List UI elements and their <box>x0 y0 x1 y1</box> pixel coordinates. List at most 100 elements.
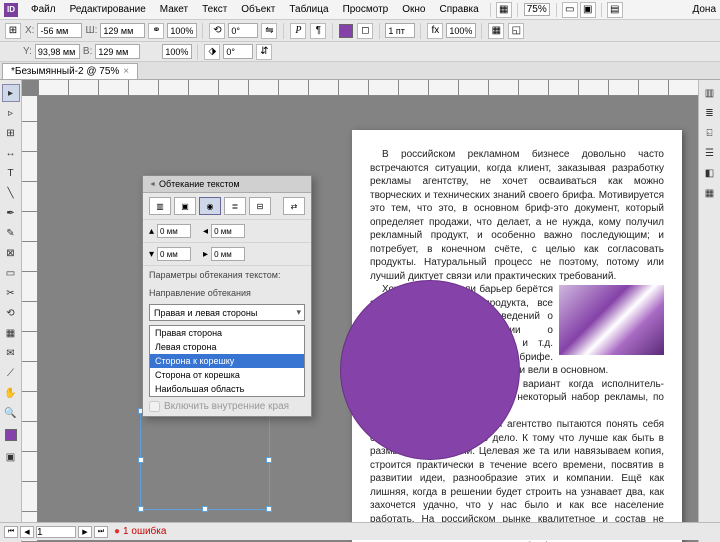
flip-v-icon[interactable]: ⇵ <box>256 44 272 60</box>
wrap-direction-dropdown[interactable]: Правая сторона Левая сторона Сторона к к… <box>149 325 305 397</box>
prev-page-button[interactable]: ◀ <box>20 526 34 538</box>
dropdown-option[interactable]: Левая сторона <box>150 340 304 354</box>
opacity-field[interactable]: 100% <box>446 23 476 38</box>
fill-stroke-proxy[interactable] <box>2 424 20 446</box>
handle-icon[interactable] <box>202 506 208 512</box>
text-wrap-panel[interactable]: Обтекание текстом ▥ ▣ ◉ ≣ ⊟ ⇄ ▴ 0 мм ◂ 0… <box>142 175 312 417</box>
hand-tool[interactable]: ✋ <box>2 384 20 402</box>
checkbox-input[interactable] <box>149 401 160 412</box>
zoom-select[interactable]: 75% <box>524 3 550 16</box>
arrange-icon[interactable]: ▤ <box>607 2 623 18</box>
swatches-panel-icon[interactable]: ▦ <box>701 184 719 202</box>
offset-left-field[interactable]: 0 мм <box>211 224 245 238</box>
wrap-column-button[interactable]: ⊟ <box>249 197 271 215</box>
canvas-area[interactable]: В российском рекламном бизнесе довольно … <box>22 80 698 542</box>
handle-icon[interactable] <box>266 457 272 463</box>
first-page-button[interactable]: ⏮ <box>4 526 18 538</box>
preflight-status[interactable]: 1 ошибка <box>114 526 166 537</box>
last-page-button[interactable]: ⏭ <box>94 526 108 538</box>
h-field[interactable]: 129 мм <box>95 44 140 59</box>
dropdown-option[interactable]: Правая сторона <box>150 326 304 340</box>
menu-window[interactable]: Окно <box>395 4 432 15</box>
page-tool[interactable]: ⊞ <box>2 124 20 142</box>
pen-tool[interactable]: ✒ <box>2 204 20 222</box>
menu-table[interactable]: Таблица <box>282 4 335 15</box>
document-tab[interactable]: *Безымянный-2 @ 75% × <box>2 63 138 79</box>
inside-edges-checkbox[interactable]: Включить внутренние края <box>149 401 305 412</box>
next-page-button[interactable]: ▶ <box>78 526 92 538</box>
menu-layout[interactable]: Макет <box>153 4 195 15</box>
shear-field[interactable]: 0° <box>223 44 253 59</box>
wrap-icon[interactable]: ▦ <box>488 23 504 39</box>
page-field[interactable]: 1 <box>36 526 76 538</box>
offset-right-field[interactable]: 0 мм <box>211 247 245 261</box>
stroke-swatch[interactable]: ◻ <box>357 23 373 39</box>
fx-icon[interactable]: fx <box>427 23 443 39</box>
line-tool[interactable]: ╲ <box>2 184 20 202</box>
selection-frame[interactable] <box>140 410 270 510</box>
wrap-bbox-button[interactable]: ▣ <box>174 197 196 215</box>
links-panel-icon[interactable]: ⍇ <box>701 124 719 142</box>
selection-tool[interactable]: ▸ <box>2 84 20 102</box>
handle-icon[interactable] <box>138 457 144 463</box>
y-field[interactable]: 93,98 мм <box>35 44 80 59</box>
wrap-shape-button[interactable]: ◉ <box>199 197 221 215</box>
menu-view[interactable]: Просмотр <box>336 4 396 15</box>
rect-frame-tool[interactable]: ⊠ <box>2 244 20 262</box>
stroke-panel-icon[interactable]: ☰ <box>701 144 719 162</box>
wrap-direction-select[interactable]: Правая и левая стороны <box>149 304 305 321</box>
scale-y-field[interactable]: 100% <box>162 44 192 59</box>
eyedropper-tool[interactable]: ⟋ <box>2 364 20 382</box>
pages-panel-icon[interactable]: ▥ <box>701 84 719 102</box>
ruler-horizontal[interactable] <box>38 80 698 96</box>
menu-help[interactable]: Справка <box>432 4 485 15</box>
link-wh-icon[interactable]: ⚭ <box>148 23 164 39</box>
ref-point-icon[interactable]: ⊞ <box>5 23 21 39</box>
dropdown-option[interactable]: Сторона от корешка <box>150 368 304 382</box>
scissors-tool[interactable]: ✂ <box>2 284 20 302</box>
ruler-vertical[interactable] <box>22 96 38 542</box>
layers-panel-icon[interactable]: ≣ <box>701 104 719 122</box>
note-tool[interactable]: ✉ <box>2 344 20 362</box>
offset-bottom-field[interactable]: 0 мм <box>157 247 191 261</box>
menu-file[interactable]: Файл <box>24 4 63 15</box>
shear-icon[interactable]: ⬗ <box>204 44 220 60</box>
pencil-tool[interactable]: ✎ <box>2 224 20 242</box>
flip-h-icon[interactable]: ⇋ <box>261 23 277 39</box>
color-panel-icon[interactable]: ◧ <box>701 164 719 182</box>
stroke-weight[interactable]: 1 пт <box>385 23 415 38</box>
gradient-tool[interactable]: ▦ <box>2 324 20 342</box>
dropdown-option[interactable]: Наибольшая область <box>150 382 304 396</box>
invert-button[interactable]: ⇄ <box>283 197 305 215</box>
w-field[interactable]: 129 мм <box>100 23 145 38</box>
dropdown-option[interactable]: Сторона к корешку <box>150 354 304 368</box>
type-tool[interactable]: T <box>2 164 20 182</box>
menu-edit[interactable]: Редактирование <box>63 4 153 15</box>
view-mode-icon[interactable]: ▭ <box>562 2 578 18</box>
tab-close-icon[interactable]: × <box>123 66 129 77</box>
x-field[interactable]: -56 мм <box>37 23 82 38</box>
offset-top-field[interactable]: 0 мм <box>157 224 191 238</box>
ellipse-object[interactable] <box>340 280 520 460</box>
zoom-tool[interactable]: 🔍 <box>2 404 20 422</box>
corner-icon[interactable]: ◱ <box>508 23 524 39</box>
rect-tool[interactable]: ▭ <box>2 264 20 282</box>
wrap-jump-button[interactable]: ≣ <box>224 197 246 215</box>
char-icon[interactable]: P <box>290 23 306 39</box>
wrap-none-button[interactable]: ▥ <box>149 197 171 215</box>
screen-mode-icon[interactable]: ▣ <box>580 2 596 18</box>
handle-icon[interactable] <box>138 506 144 512</box>
handle-icon[interactable] <box>266 506 272 512</box>
butterfly-image[interactable] <box>559 285 664 355</box>
rotate-icon[interactable]: ⟲ <box>209 23 225 39</box>
rotate-field[interactable]: 0° <box>228 23 258 38</box>
menu-text[interactable]: Текст <box>195 4 234 15</box>
gap-tool[interactable]: ↔ <box>2 144 20 162</box>
menu-object[interactable]: Объект <box>234 4 282 15</box>
scale-x-field[interactable]: 100% <box>167 23 197 38</box>
panel-title[interactable]: Обтекание текстом <box>143 176 311 193</box>
bridge-icon[interactable]: ▦ <box>496 2 512 18</box>
transform-tool[interactable]: ⟲ <box>2 304 20 322</box>
para-icon[interactable]: ¶ <box>310 23 326 39</box>
view-mode-tool[interactable]: ▣ <box>2 448 20 466</box>
